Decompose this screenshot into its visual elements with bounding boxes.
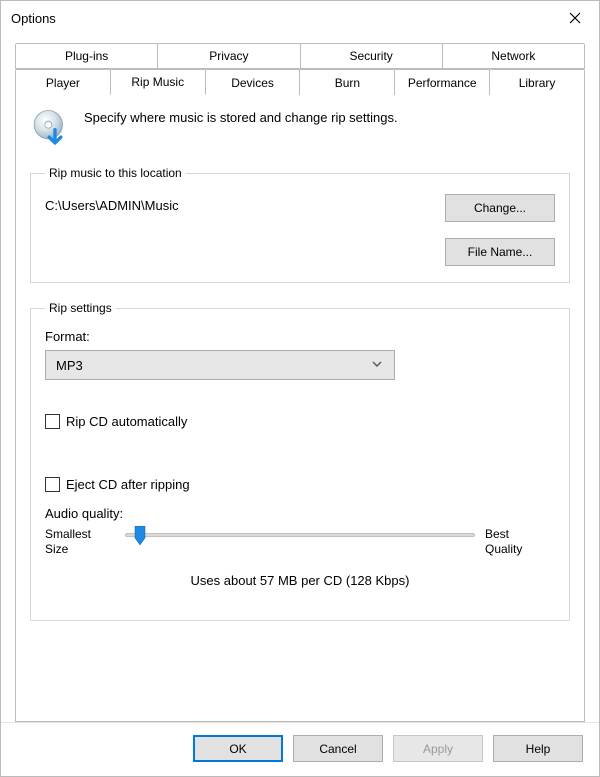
dialog-body: Plug-ins Privacy Security Network Player… [1, 35, 599, 722]
close-button[interactable] [553, 2, 597, 34]
panel-header: Specify where music is stored and change… [30, 108, 570, 148]
audio-quality-slider-row: Smallest Size Best Quality [45, 527, 555, 557]
tab-performance[interactable]: Performance [394, 69, 490, 95]
tab-rip-music[interactable]: Rip Music [110, 69, 206, 95]
eject-checkbox[interactable] [45, 477, 60, 492]
options-dialog: Options Plug-ins Privacy Security Networ… [0, 0, 600, 777]
tab-player[interactable]: Player [15, 69, 111, 95]
slider-min-label: Smallest Size [45, 527, 115, 557]
audio-quality-slider[interactable] [125, 527, 475, 537]
tab-library[interactable]: Library [489, 69, 585, 95]
cd-rip-icon [30, 108, 70, 148]
audio-quality-estimate: Uses about 57 MB per CD (128 Kbps) [45, 573, 555, 588]
slider-max-label: Best Quality [485, 527, 555, 557]
rip-auto-checkbox-row[interactable]: Rip CD automatically [45, 414, 555, 429]
help-button[interactable]: Help [493, 735, 583, 762]
tab-network[interactable]: Network [442, 43, 585, 69]
rip-auto-label: Rip CD automatically [66, 414, 187, 429]
tab-privacy[interactable]: Privacy [157, 43, 300, 69]
chevron-down-icon [366, 358, 388, 373]
tab-burn[interactable]: Burn [299, 69, 395, 95]
eject-label: Eject CD after ripping [66, 477, 190, 492]
tab-security[interactable]: Security [300, 43, 443, 69]
rip-settings-legend: Rip settings [45, 301, 116, 315]
tab-panel-rip-music: Specify where music is stored and change… [15, 94, 585, 722]
audio-quality-label: Audio quality: [45, 506, 555, 521]
window-title: Options [11, 11, 553, 26]
eject-checkbox-row[interactable]: Eject CD after ripping [45, 477, 555, 492]
rip-settings-group: Rip settings Format: MP3 Rip CD automati… [30, 301, 570, 621]
apply-button[interactable]: Apply [393, 735, 483, 762]
panel-header-text: Specify where music is stored and change… [84, 108, 398, 125]
change-location-button[interactable]: Change... [445, 194, 555, 222]
slider-thumb-icon[interactable] [133, 526, 147, 546]
file-name-button[interactable]: File Name... [445, 238, 555, 266]
rip-location-path: C:\Users\ADMIN\Music [45, 194, 445, 213]
tab-devices[interactable]: Devices [205, 69, 301, 95]
rip-location-legend: Rip music to this location [45, 166, 186, 180]
format-select[interactable]: MP3 [45, 350, 395, 380]
tab-plug-ins[interactable]: Plug-ins [15, 43, 158, 69]
cancel-button[interactable]: Cancel [293, 735, 383, 762]
tab-strip: Plug-ins Privacy Security Network Player… [15, 43, 585, 95]
dialog-button-bar: OK Cancel Apply Help [1, 722, 599, 776]
rip-auto-checkbox[interactable] [45, 414, 60, 429]
rip-location-group: Rip music to this location C:\Users\ADMI… [30, 166, 570, 283]
ok-button[interactable]: OK [193, 735, 283, 762]
close-icon [569, 12, 581, 24]
format-label: Format: [45, 329, 555, 344]
format-select-value: MP3 [56, 358, 366, 373]
titlebar: Options [1, 1, 599, 35]
